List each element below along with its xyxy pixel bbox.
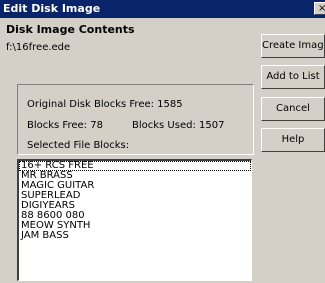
selected-file-blocks: Selected File Blocks: bbox=[27, 140, 130, 151]
list-item[interactable]: JAM BASS bbox=[19, 231, 251, 241]
original-blocks-free: Original Disk Blocks Free: 1585 bbox=[27, 99, 183, 110]
blocks-used: Blocks Used: 1507 bbox=[132, 120, 225, 131]
create-image-button[interactable]: Create Image bbox=[261, 34, 325, 58]
file-listbox[interactable]: 16+ RCS FREE MR BRASS MAGIC GUITAR SUPER… bbox=[17, 159, 252, 281]
window-title: Edit Disk Image bbox=[3, 2, 101, 15]
section-header: Disk Image Contents bbox=[6, 23, 135, 36]
help-button[interactable]: Help bbox=[261, 128, 325, 152]
close-icon: × bbox=[318, 3, 325, 14]
file-path: f:\16free.ede bbox=[6, 42, 71, 53]
close-button[interactable]: × bbox=[314, 2, 325, 15]
title-bar: Edit Disk Image × bbox=[0, 0, 325, 18]
blocks-free: Blocks Free: 78 bbox=[27, 120, 103, 131]
cancel-button[interactable]: Cancel bbox=[261, 97, 325, 121]
info-panel: Original Disk Blocks Free: 1585 Blocks F… bbox=[17, 84, 254, 155]
add-to-list-button[interactable]: Add to List bbox=[261, 65, 325, 89]
